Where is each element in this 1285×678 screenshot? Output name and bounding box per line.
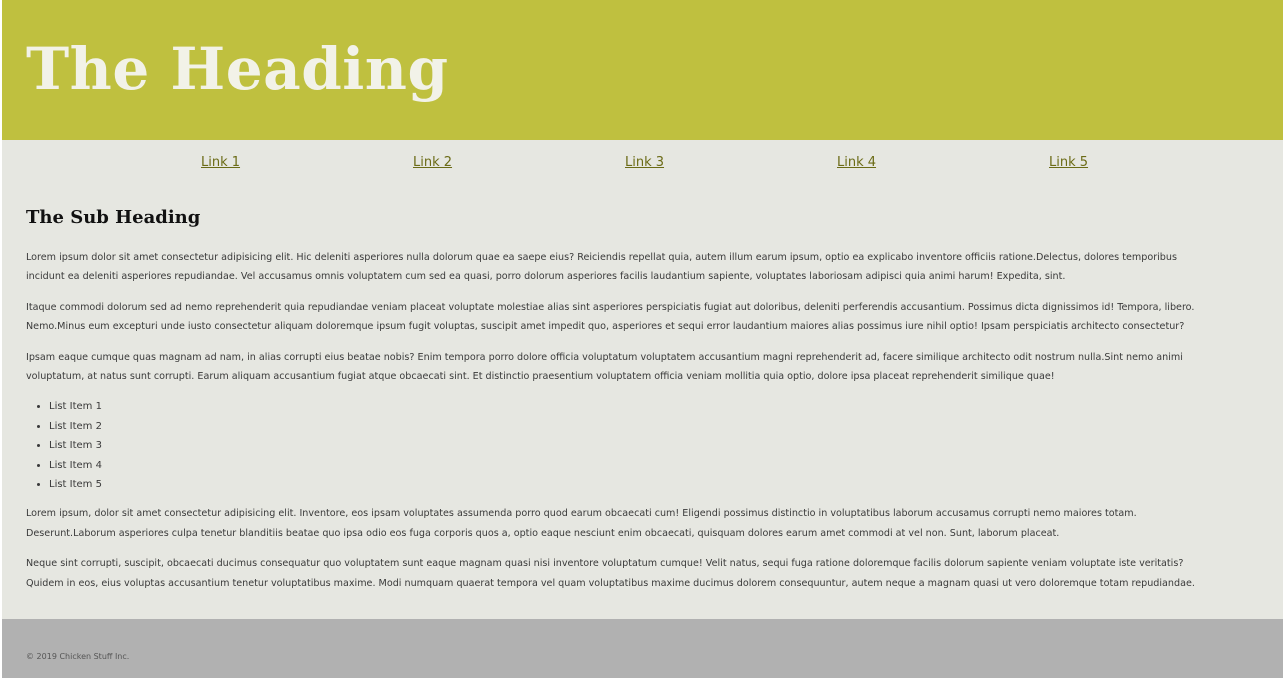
- paragraph-2: Itaque commodi dolorum sed ad nemo repre…: [26, 298, 1259, 337]
- nav-link-5[interactable]: Link 5: [1049, 155, 1088, 170]
- paragraph-line: Lorem ipsum, dolor sit amet consectetur …: [26, 508, 1137, 520]
- paragraph-line: voluptatum, at natus sunt corrupti. Earu…: [26, 371, 1055, 383]
- paragraph-5: Neque sint corrupti, suscipit, obcaecati…: [26, 554, 1259, 593]
- site-footer: © 2019 Chicken Stuff Inc.: [2, 619, 1283, 678]
- paragraph-line: Nemo.Minus eum excepturi unde iusto cons…: [26, 321, 1185, 333]
- nav-link-3[interactable]: Link 3: [625, 155, 664, 170]
- page: The Heading Link 1 Link 2 Link 3 Link 4 …: [2, 0, 1283, 678]
- paragraph-line: Neque sint corrupti, suscipit, obcaecati…: [26, 558, 1184, 570]
- copyright-text: © 2019 Chicken Stuff Inc.: [26, 652, 130, 661]
- list-item: List Item 3: [49, 436, 1259, 455]
- paragraph-1: Lorem ipsum dolor sit amet consectetur a…: [26, 248, 1259, 287]
- list-item: List Item 4: [49, 456, 1259, 475]
- paragraph-line: incidunt ea deleniti asperiores repudian…: [26, 271, 1066, 283]
- main-content: The Sub Heading Lorem ipsum dolor sit am…: [2, 184, 1283, 619]
- paragraph-3: Ipsam eaque cumque quas magnam ad nam, i…: [26, 348, 1259, 387]
- paragraph-line: Lorem ipsum dolor sit amet consectetur a…: [26, 252, 1177, 263]
- main-nav: Link 1 Link 2 Link 3 Link 4 Link 5: [2, 140, 1283, 184]
- sub-heading: The Sub Heading: [26, 207, 201, 228]
- page-title: The Heading: [26, 35, 449, 103]
- paragraph-line: Deserunt.Laborum asperiores culpa tenetu…: [26, 527, 1060, 539]
- list-item: List Item 2: [49, 417, 1259, 436]
- site-header: The Heading: [2, 0, 1283, 140]
- list-item: List Item 5: [49, 475, 1259, 494]
- list-item: List Item 1: [49, 397, 1259, 416]
- nav-link-2[interactable]: Link 2: [413, 155, 452, 170]
- paragraph-4: Lorem ipsum, dolor sit amet consectetur …: [26, 504, 1259, 543]
- item-list: List Item 1 List Item 2 List Item 3 List…: [26, 397, 1259, 494]
- paragraph-line: Ipsam eaque cumque quas magnam ad nam, i…: [26, 351, 1183, 363]
- paragraph-line: Itaque commodi dolorum sed ad nemo repre…: [26, 301, 1195, 313]
- paragraph-line: Quidem in eos, eius voluptas accusantium…: [26, 577, 1195, 589]
- nav-link-4[interactable]: Link 4: [837, 155, 876, 170]
- nav-link-1[interactable]: Link 1: [201, 155, 240, 170]
